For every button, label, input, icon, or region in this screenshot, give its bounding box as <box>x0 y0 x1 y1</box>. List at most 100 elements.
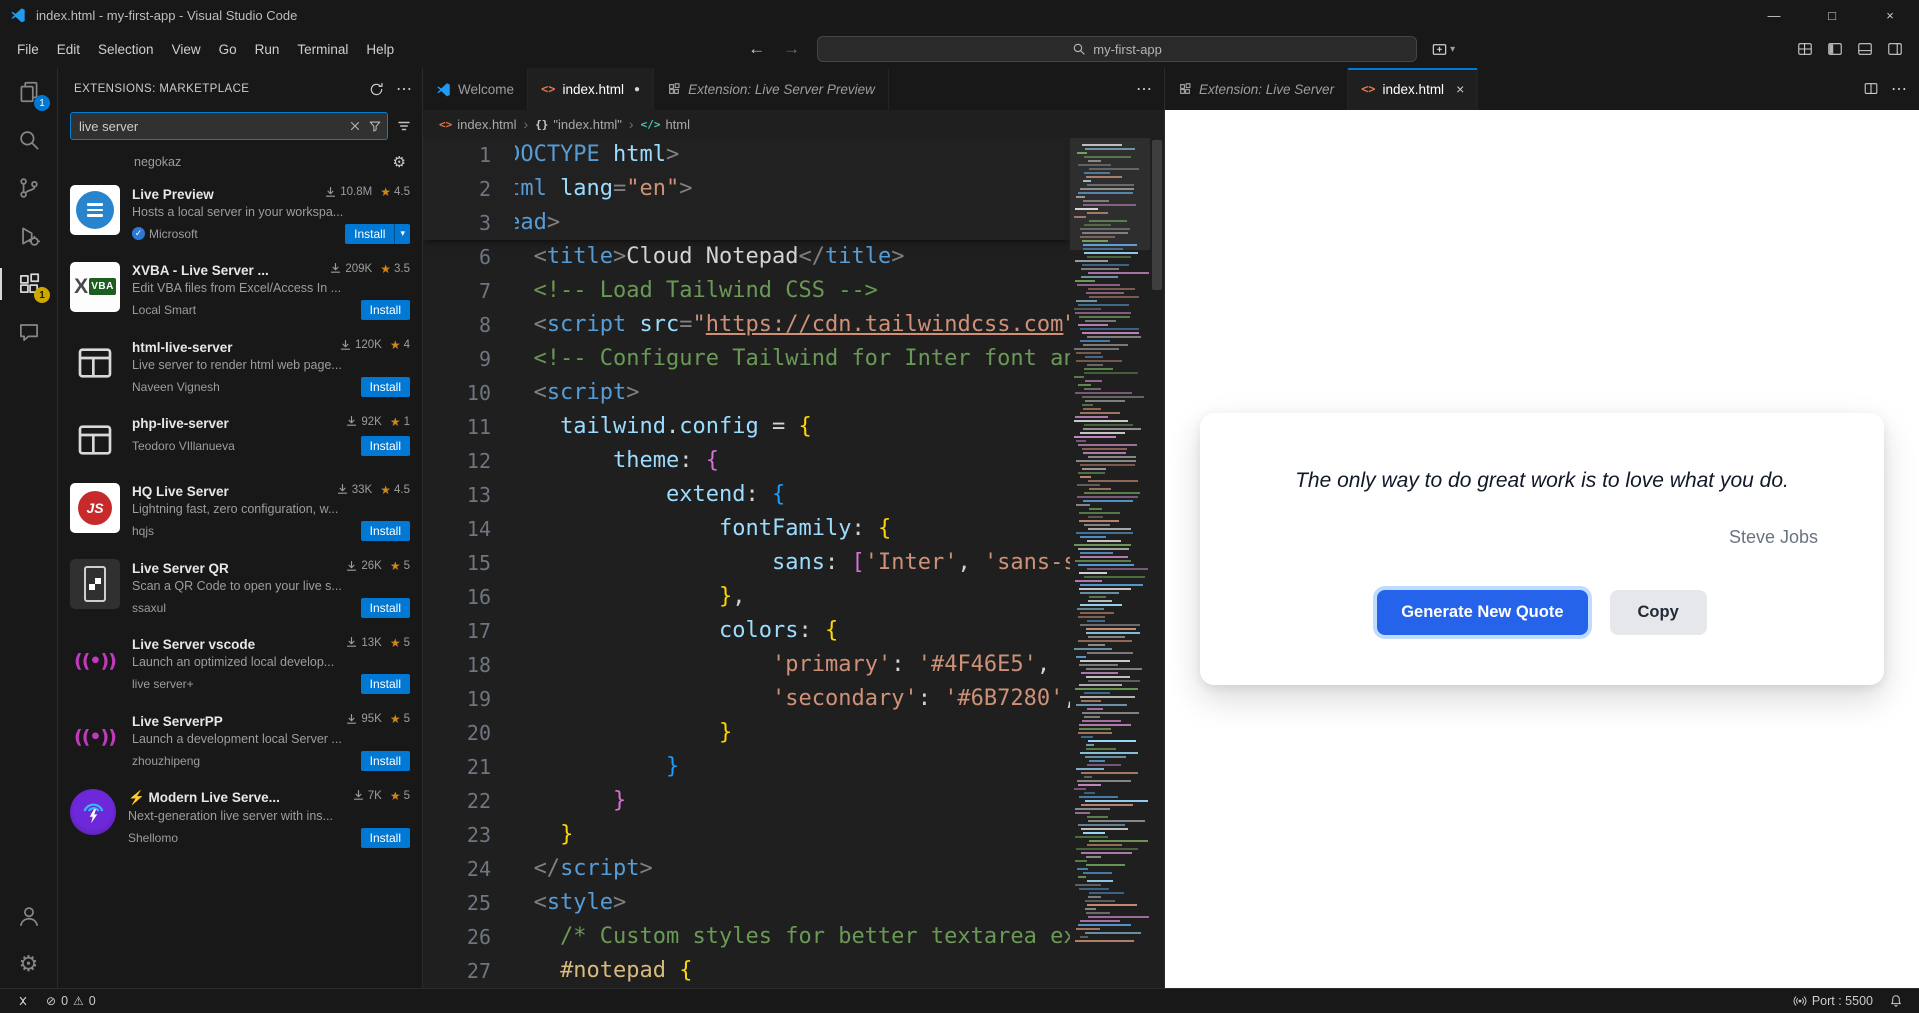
code-line[interactable]: 6 <title>Cloud Notepad</title> <box>423 240 1070 274</box>
code-line[interactable]: 9 <!-- Configure Tailwind for Inter font… <box>423 342 1070 376</box>
extension-search-input[interactable] <box>70 112 388 140</box>
new-window-icon[interactable]: ▾ <box>1425 41 1461 58</box>
activity-run-debug[interactable] <box>0 212 57 260</box>
code-line[interactable]: 1<!DOCTYPE html> <box>423 138 1070 172</box>
code-line[interactable]: 14 fontFamily: { <box>423 512 1070 546</box>
install-button[interactable]: Install <box>360 436 410 456</box>
code-line[interactable]: 26 /* Custom styles for better textarea … <box>423 920 1070 954</box>
code-line[interactable]: 16 }, <box>423 580 1070 614</box>
install-button[interactable]: Install <box>360 521 410 541</box>
menu-terminal[interactable]: Terminal <box>288 37 357 62</box>
toggle-panel-icon[interactable] <box>1857 41 1873 57</box>
code-line[interactable]: 10 <script> <box>423 376 1070 410</box>
manage-extension-icon[interactable]: ⚙ <box>393 153 406 171</box>
code-line[interactable]: 12 theme: { <box>423 444 1070 478</box>
generate-quote-button[interactable]: Generate New Quote <box>1377 589 1588 635</box>
extension-list-item[interactable]: Live Preview 10.8M ★ 4.5 Hosts a local s… <box>58 176 422 253</box>
sidebar-more-actions-icon[interactable]: ⋯ <box>396 79 412 99</box>
code-line[interactable]: 22 } <box>423 784 1070 818</box>
breadcrumb-html-tag[interactable]: </> html <box>641 117 690 132</box>
minimap-slider[interactable] <box>1070 138 1150 250</box>
code-line[interactable]: 21 } <box>423 750 1070 784</box>
menu-selection[interactable]: Selection <box>89 37 163 62</box>
code-line[interactable]: 8 <script src="https://cdn.tailwindcss.c… <box>423 308 1070 342</box>
editor-scrollbar[interactable] <box>1150 138 1164 988</box>
activity-accounts[interactable] <box>0 892 57 940</box>
install-button[interactable]: Install ▾ <box>345 223 410 244</box>
code-line[interactable]: 2<html lang="en"> <box>423 172 1070 206</box>
toggle-secondary-sidebar-icon[interactable] <box>1887 41 1903 57</box>
code-line[interactable]: 3<head> <box>423 206 1070 240</box>
activity-search[interactable] <box>0 116 57 164</box>
tab-index-html[interactable]: <> index.html ● <box>528 68 655 110</box>
extension-list-item[interactable]: X VBA XVBA - Live Server ... 209K ★ 3.5 E… <box>58 253 422 330</box>
problems-status[interactable]: ⊘ 0 ⚠ 0 <box>40 989 102 1013</box>
copy-quote-button[interactable]: Copy <box>1609 589 1707 635</box>
menu-edit[interactable]: Edit <box>48 37 89 62</box>
activity-settings[interactable]: ⚙ <box>0 940 57 988</box>
activity-explorer[interactable]: 1 <box>0 68 57 116</box>
editor-more-actions-icon[interactable]: ⋯ <box>1891 79 1907 99</box>
toggle-primary-sidebar-icon[interactable] <box>1827 41 1843 57</box>
extension-list-item[interactable]: ((•)) Live ServerPP 95K ★ 5 Launch a dev… <box>58 703 422 780</box>
extension-list-item-partial[interactable]: negokaz ⚙ <box>58 148 422 176</box>
menu-run[interactable]: Run <box>246 37 289 62</box>
extension-list-item[interactable]: html-live-server 120K ★ 4 Live server to… <box>58 329 422 406</box>
code-line[interactable]: 13 extend: { <box>423 478 1070 512</box>
menu-go[interactable]: Go <box>210 37 246 62</box>
port-status[interactable]: Port : 5500 <box>1787 989 1879 1013</box>
tab-live-server-preview[interactable]: Extension: Live Server Preview <box>654 68 889 110</box>
extension-list-item[interactable]: ⚡ Modern Live Serve... 7K ★ 5 Next-gener… <box>58 780 422 858</box>
install-dropdown-icon[interactable]: ▾ <box>394 223 410 244</box>
code-line[interactable]: 17 colors: { <box>423 614 1070 648</box>
code-line[interactable]: 15 sans: ['Inter', 'sans-serif'] <box>423 546 1070 580</box>
close-button[interactable]: × <box>1861 0 1919 30</box>
tab-welcome[interactable]: Welcome <box>423 68 529 110</box>
extension-list-item[interactable]: ((•)) Live Server vscode 13K ★ 5 Launch … <box>58 627 422 704</box>
breadcrumb-symbol[interactable]: {} "index.html" <box>535 117 622 132</box>
install-button[interactable]: Install <box>360 828 410 848</box>
filter-extensions-icon[interactable] <box>368 119 382 133</box>
breadcrumb-file[interactable]: <> index.html <box>439 117 517 132</box>
extension-list-item[interactable]: Live Server QR 26K ★ 5 Scan a QR Code to… <box>58 550 422 627</box>
code-line[interactable]: 19 'secondary': '#6B7280', <box>423 682 1070 716</box>
install-button[interactable]: Install <box>360 300 410 320</box>
nav-back-icon[interactable]: ← <box>739 39 774 59</box>
code-line[interactable]: 18 'primary': '#4F46E5', <box>423 648 1070 682</box>
menu-file[interactable]: File <box>8 37 48 62</box>
extension-list-item[interactable]: JS HQ Live Server 33K ★ 4.5 Lightning fa… <box>58 474 422 551</box>
minimap[interactable] <box>1070 138 1150 988</box>
minimize-button[interactable]: — <box>1745 0 1803 30</box>
close-tab-icon[interactable]: × <box>1456 81 1464 97</box>
install-button[interactable]: Install <box>360 597 410 618</box>
nav-forward-icon[interactable]: → <box>774 39 809 59</box>
install-button[interactable]: Install <box>360 750 410 771</box>
remote-indicator[interactable] <box>10 989 36 1013</box>
code-line[interactable]: 27 #notepad { <box>423 954 1070 988</box>
clear-search-icon[interactable] <box>348 119 362 133</box>
notifications-bell[interactable] <box>1883 989 1909 1013</box>
code-line[interactable]: 20 } <box>423 716 1070 750</box>
menu-help[interactable]: Help <box>357 37 403 62</box>
maximize-button[interactable]: □ <box>1803 0 1861 30</box>
install-button[interactable]: Install <box>360 376 410 397</box>
refresh-icon[interactable] <box>369 82 384 97</box>
scrollbar-thumb[interactable] <box>1152 140 1162 290</box>
customize-layout-icon[interactable] <box>1797 41 1813 57</box>
activity-extensions[interactable]: 1 <box>0 260 57 308</box>
code-editor[interactable]: 1<!DOCTYPE html>2<html lang="en">3<head>… <box>423 138 1164 988</box>
code-line[interactable]: 7 <!-- Load Tailwind CSS --> <box>423 274 1070 308</box>
install-button[interactable]: Install <box>360 674 410 694</box>
code-line[interactable]: 25 <style> <box>423 886 1070 920</box>
menu-view[interactable]: View <box>163 37 210 62</box>
editor-more-actions-icon[interactable]: ⋯ <box>1136 79 1152 99</box>
extension-list-item[interactable]: php-live-server 92K ★ 1 Teodoro VIllanue… <box>58 406 422 474</box>
command-center-search[interactable]: my-first-app <box>817 36 1418 62</box>
code-line[interactable]: 24 </script> <box>423 852 1070 886</box>
activity-chat[interactable] <box>0 308 57 356</box>
code-line[interactable]: 11 tailwind.config = { <box>423 410 1070 444</box>
split-editor-icon[interactable] <box>1863 81 1879 97</box>
activity-source-control[interactable] <box>0 164 57 212</box>
code-line[interactable]: 23 } <box>423 818 1070 852</box>
filter-icon[interactable] <box>396 118 412 134</box>
